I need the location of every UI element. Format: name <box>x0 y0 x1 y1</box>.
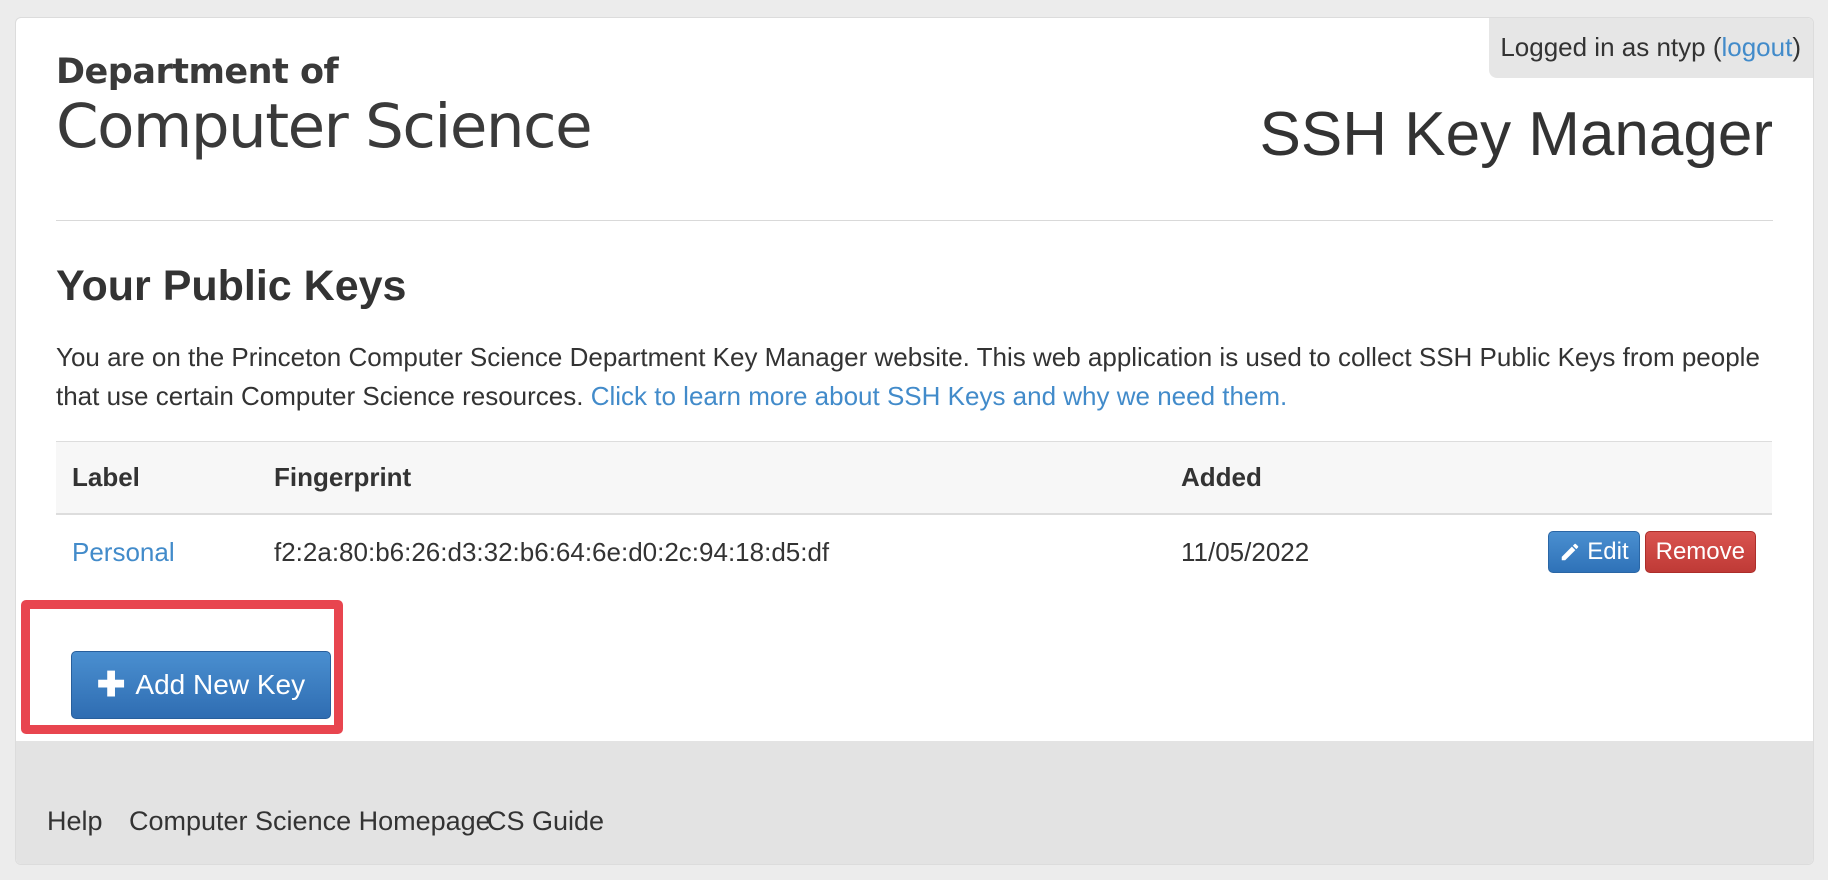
table-row: Personal f2:2a:80:b6:26:d3:32:b6:64:6e:d… <box>56 514 1772 589</box>
logout-link[interactable]: logout <box>1721 32 1792 62</box>
login-status: Logged in as ntyp (logout) <box>1489 18 1813 78</box>
column-header-actions <box>1497 441 1772 515</box>
key-label-link[interactable]: Personal <box>72 537 175 567</box>
column-header-fingerprint: Fingerprint <box>258 441 1165 515</box>
edit-key-button[interactable]: Edit <box>1548 531 1640 573</box>
plus-icon: ✚ <box>96 666 126 704</box>
column-header-added: Added <box>1165 441 1497 515</box>
table-header-row: Label Fingerprint Added <box>56 441 1772 515</box>
footer: Help Computer Science Homepage CS Guide <box>16 741 1813 864</box>
column-header-label: Label <box>56 441 258 515</box>
edit-button-label: Edit <box>1587 538 1629 565</box>
key-actions: Edit Remove <box>1497 514 1772 589</box>
footer-link-help[interactable]: Help <box>47 806 103 837</box>
logo-line1: Department of <box>56 52 339 92</box>
keys-table: Label Fingerprint Added Personal f2:2a:8… <box>56 441 1772 589</box>
footer-link-cs-homepage[interactable]: Computer Science Homepage <box>129 806 491 837</box>
page-card: Logged in as ntyp (logout) Department of… <box>15 17 1814 865</box>
page-title: Your Public Keys <box>56 262 407 310</box>
add-new-key-button[interactable]: ✚ Add New Key <box>71 651 331 719</box>
pencil-icon <box>1562 543 1579 561</box>
add-key-label: Add New Key <box>135 669 306 700</box>
key-fingerprint: f2:2a:80:b6:26:d3:32:b6:64:6e:d0:2c:94:1… <box>274 536 830 567</box>
header-divider <box>56 220 1773 221</box>
footer-link-cs-guide[interactable]: CS Guide <box>487 806 604 837</box>
key-added-date: 11/05/2022 <box>1181 536 1310 567</box>
department-logo: Department of Computer Science <box>56 52 593 162</box>
remove-key-button[interactable]: Remove <box>1644 531 1756 573</box>
login-prefix: Logged in as ntyp ( <box>1500 32 1722 62</box>
key-label-cell: Personal <box>56 514 258 589</box>
learn-more-link[interactable]: Click to learn more about SSH Keys and w… <box>591 381 1288 411</box>
intro-paragraph: You are on the Princeton Computer Scienc… <box>56 338 1776 416</box>
logo-line2: Computer Science <box>56 91 593 162</box>
app-title: SSH Key Manager <box>1259 100 1773 169</box>
login-suffix: ) <box>1792 32 1801 62</box>
